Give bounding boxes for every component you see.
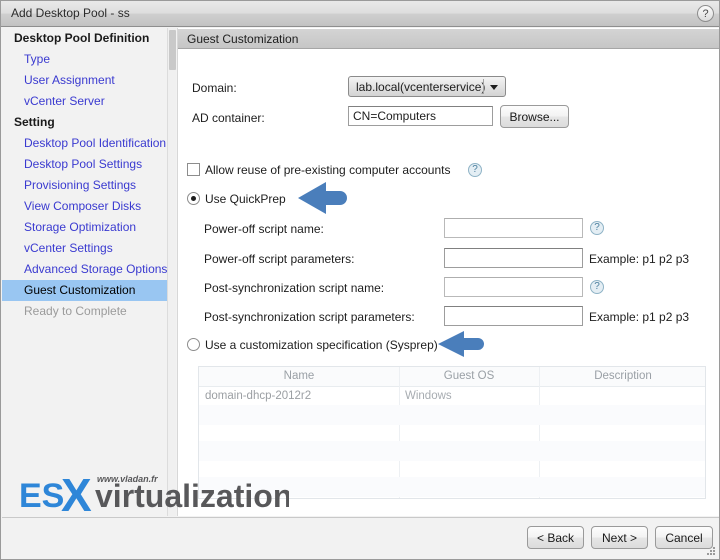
sidebar-item-user-assignment[interactable]: User Assignment — [2, 70, 174, 91]
allow-reuse-label: Allow reuse of pre-existing computer acc… — [205, 163, 451, 177]
table-row[interactable] — [199, 477, 705, 497]
sidebar-item-provisioning-settings[interactable]: Provisioning Settings — [2, 175, 174, 196]
sidebar-item-type[interactable]: Type — [2, 49, 174, 70]
domain-dropdown-separator — [483, 79, 484, 94]
domain-dropdown[interactable]: lab.local(vcenterservice) — [348, 76, 506, 97]
use-quickprep-radio[interactable] — [187, 192, 200, 205]
allow-reuse-checkbox[interactable] — [187, 163, 200, 176]
form-area: Domain: lab.local(vcenterservice) AD con… — [178, 50, 719, 516]
quickprep-field-help-icon[interactable]: ? — [590, 221, 604, 235]
table-row[interactable] — [199, 459, 705, 479]
sidebar-item-storage-optimization[interactable]: Storage Optimization — [2, 217, 174, 238]
add-desktop-pool-dialog: Add Desktop Pool - ss ? Desktop Pool Def… — [0, 0, 720, 560]
table-column-header[interactable]: Name — [199, 370, 399, 382]
sidebar-item-guest-customization[interactable]: Guest Customization — [2, 280, 174, 301]
next-button[interactable]: Next > — [591, 526, 648, 549]
table-row[interactable] — [199, 423, 705, 443]
browse-button[interactable]: Browse... — [500, 105, 569, 128]
arrow-pointing-to-sysprep-option — [438, 331, 484, 357]
cancel-button[interactable]: Cancel — [655, 526, 713, 549]
sidebar-item-desktop-pool-settings[interactable]: Desktop Pool Settings — [2, 154, 174, 175]
sidebar-item-view-composer-disks[interactable]: View Composer Disks — [2, 196, 174, 217]
sidebar-item-advanced-storage-options[interactable]: Advanced Storage Options — [2, 259, 174, 280]
sidebar-item-desktop-pool-identification[interactable]: Desktop Pool Identification — [2, 133, 174, 154]
table-column-header[interactable]: Description — [539, 370, 707, 382]
quickprep-field-input[interactable] — [444, 248, 583, 268]
ad-container-label: AD container: — [192, 111, 265, 125]
help-icon[interactable]: ? — [697, 5, 714, 22]
back-button[interactable]: < Back — [527, 526, 584, 549]
table-header-row: Name Guest OS Description — [199, 367, 705, 387]
resize-grip[interactable] — [706, 546, 716, 556]
table-cell: Windows — [405, 390, 452, 402]
title-bar: Add Desktop Pool - ss ? — [1, 1, 719, 27]
content-header: Guest Customization — [178, 28, 719, 49]
domain-dropdown-value: lab.local(vcenterservice) — [356, 80, 486, 94]
sidebar-scrollbar[interactable] — [167, 28, 176, 516]
content-header-title: Guest Customization — [187, 32, 299, 46]
quickprep-field-input[interactable] — [444, 306, 583, 326]
quickprep-field-label: Power-off script name: — [204, 222, 324, 236]
table-row[interactable] — [199, 405, 705, 425]
table-row[interactable]: domain-dhcp-2012r2 Windows — [199, 387, 705, 407]
quickprep-field-hint: Example: p1 p2 p3 — [589, 252, 690, 266]
use-sysprep-radio[interactable] — [187, 338, 200, 351]
sidebar-group-desktop-pool-definition: Desktop Pool Definition — [14, 31, 150, 45]
sidebar-group-setting: Setting — [14, 115, 55, 129]
table-column-header[interactable]: Guest OS — [399, 370, 539, 382]
dialog-footer: < Back Next > Cancel — [2, 517, 719, 559]
sidebar-item-ready-to-complete: Ready to Complete — [24, 304, 127, 318]
quickprep-field-input[interactable] — [444, 218, 583, 238]
content-panel: Guest Customization Domain: lab.local(vc… — [178, 28, 719, 516]
quickprep-field-help-icon[interactable]: ? — [590, 280, 604, 294]
window-title: Add Desktop Pool - ss — [11, 6, 130, 20]
table-cell: domain-dhcp-2012r2 — [205, 390, 312, 402]
domain-label: Domain: — [192, 81, 237, 95]
sidebar-scrollbar-thumb[interactable] — [169, 30, 176, 70]
chevron-down-icon — [490, 85, 498, 90]
sidebar-item-vcenter-settings[interactable]: vCenter Settings — [2, 238, 174, 259]
arrow-pointing-to-use-quickprep — [298, 182, 347, 214]
quickprep-field-label: Power-off script parameters: — [204, 252, 355, 266]
quickprep-field-input[interactable] — [444, 277, 583, 297]
allow-reuse-help-icon[interactable]: ? — [468, 163, 482, 177]
customization-spec-table[interactable]: Name Guest OS Description domain-dhcp-2012… — [198, 366, 706, 499]
sidebar-item-vcenter-server[interactable]: vCenter Server — [2, 91, 174, 112]
quickprep-field-hint: Example: p1 p2 p3 — [589, 310, 690, 324]
use-sysprep-label: Use a customization specification (Syspr… — [205, 338, 438, 352]
table-row[interactable] — [199, 441, 705, 461]
ad-container-input[interactable] — [348, 106, 493, 126]
use-quickprep-label: Use QuickPrep — [205, 192, 286, 206]
wizard-step-sidebar: Desktop Pool Definition Type User Assignme… — [2, 28, 174, 516]
quickprep-field-label: Post-synchronization script name: — [204, 281, 385, 295]
quickprep-field-label: Post-synchronization script parameters: — [204, 310, 415, 324]
